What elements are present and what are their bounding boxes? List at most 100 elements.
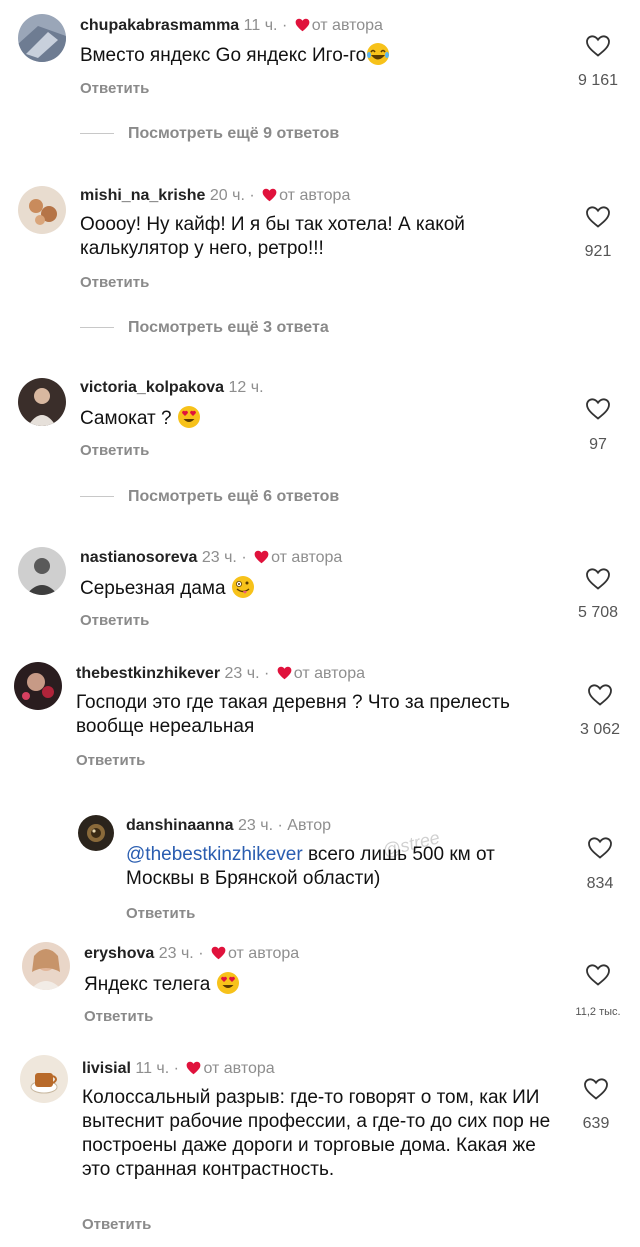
like-button[interactable] (568, 34, 628, 58)
author-badge: от автора (311, 17, 383, 34)
like-count: 639 (582, 1115, 610, 1132)
like-button[interactable] (568, 205, 628, 229)
comment-header: nastianosoreva 23 ч. · от автора (80, 548, 342, 568)
timestamp: 23 ч. (238, 817, 274, 834)
author-badge: от автора (203, 1060, 275, 1077)
username[interactable]: livisial (82, 1060, 131, 1077)
like-count: 5 708 (577, 604, 619, 621)
timestamp: 12 ч. (228, 379, 264, 396)
zany-face-emoji-icon (231, 576, 254, 598)
reply-button[interactable]: Ответить (80, 441, 149, 461)
timestamp: 11 ч. (135, 1060, 170, 1077)
divider-line (80, 327, 114, 329)
like-button[interactable] (570, 683, 630, 707)
like-count: 97 (589, 436, 607, 453)
separator: · (249, 187, 255, 204)
view-more-replies[interactable]: Посмотреть ещё 3 ответа (80, 318, 329, 338)
divider-line (80, 496, 114, 498)
separator: · (173, 1060, 179, 1077)
heart-outline-icon (586, 35, 610, 57)
like-count: 11,2 тыс. (575, 1006, 621, 1018)
author-badge: от автора (279, 187, 351, 204)
comment-text: Колоссальный разрыв: где-то говорят о то… (82, 1087, 551, 1180)
comment-header: danshinaanna 23 ч. · Автор (126, 816, 331, 836)
like-button[interactable] (568, 567, 628, 591)
comment-header: thebestkinzhikever 23 ч. · от автора (76, 664, 365, 684)
like-button[interactable] (568, 397, 628, 421)
reply-button[interactable]: Ответить (84, 1007, 153, 1027)
comment-header: livisial 11 ч. · от автора (82, 1059, 275, 1079)
like-count: 9 161 (577, 72, 619, 89)
heart-outline-icon (584, 1078, 608, 1100)
avatar[interactable] (14, 662, 62, 710)
author-badge: от автора (293, 665, 365, 682)
comment-header: chupakabrasmamma 11 ч. · от автора (80, 16, 383, 36)
timestamp: 11 ч. (243, 17, 278, 34)
author-liked-heart-icon (277, 666, 292, 680)
comment-text: @thebestkinzhikever всего лишь 500 км от… (126, 844, 495, 889)
author-liked-heart-icon (211, 946, 226, 960)
comment-text: Господи это где такая деревня ? Что за п… (76, 692, 510, 737)
view-more-replies[interactable]: Посмотреть ещё 9 ответов (80, 124, 339, 144)
heart-eyes-emoji-icon (216, 972, 239, 994)
author-liked-heart-icon (187, 1061, 201, 1075)
timestamp: 23 ч. (224, 665, 260, 682)
avatar[interactable] (78, 815, 114, 851)
separator: · (277, 817, 283, 834)
heart-outline-icon (586, 206, 610, 228)
like-button[interactable] (570, 836, 630, 860)
heart-outline-icon (586, 568, 610, 590)
heart-outline-icon (586, 398, 610, 420)
mention-link[interactable]: @thebestkinzhikever (126, 844, 303, 865)
heart-outline-icon (588, 837, 612, 859)
author-liked-heart-icon (295, 18, 310, 32)
username[interactable]: thebestkinzhikever (76, 665, 220, 682)
avatar[interactable] (18, 378, 66, 426)
like-count: 834 (586, 875, 614, 892)
comment-text: Ооооу! Ну кайф! И я бы так хотела! А как… (80, 214, 465, 259)
reply-button[interactable]: Ответить (82, 1215, 151, 1235)
author-liked-heart-icon (262, 188, 277, 202)
reply-button[interactable]: Ответить (76, 751, 145, 771)
username[interactable]: danshinaanna (126, 817, 234, 834)
like-count: 921 (584, 243, 612, 260)
avatar[interactable] (22, 942, 70, 990)
reply-button[interactable]: Ответить (126, 904, 195, 924)
author-badge: от автора (271, 549, 343, 566)
reply-button[interactable]: Ответить (80, 273, 149, 293)
username[interactable]: mishi_na_krishe (80, 187, 205, 204)
username[interactable]: eryshova (84, 945, 154, 962)
separator: · (264, 665, 270, 682)
view-more-replies[interactable]: Посмотреть ещё 6 ответов (80, 487, 339, 507)
comment-text: Самокат ? (80, 405, 560, 431)
avatar[interactable] (18, 14, 66, 62)
username[interactable]: nastianosoreva (80, 549, 197, 566)
like-button[interactable] (568, 963, 628, 987)
comment-header: victoria_kolpakova 12 ч. (80, 378, 264, 398)
separator: · (241, 549, 247, 566)
comment-text: Серьезная дама (80, 575, 560, 601)
username[interactable]: victoria_kolpakova (80, 379, 224, 396)
like-button[interactable] (566, 1077, 626, 1101)
avatar[interactable] (18, 186, 66, 234)
laughing-emoji-icon (367, 43, 390, 65)
reply-button[interactable]: Ответить (80, 611, 149, 631)
heart-outline-icon (588, 684, 612, 706)
author-liked-heart-icon (254, 550, 269, 564)
heart-eyes-emoji-icon (177, 406, 200, 428)
timestamp: 20 ч. (209, 187, 245, 204)
timestamp: 23 ч. (201, 549, 237, 566)
username[interactable]: chupakabrasmamma (80, 17, 239, 34)
like-count: 3 062 (579, 721, 621, 738)
comment-text: Яндекс телега (84, 971, 564, 997)
comment-header: mishi_na_krishe 20 ч. · от автора (80, 186, 350, 206)
avatar[interactable] (18, 547, 66, 595)
reply-button[interactable]: Ответить (80, 79, 149, 99)
heart-outline-icon (586, 964, 610, 986)
comment-text: Вместо яндекс Go яндекс Иго-го (80, 42, 560, 68)
divider-line (80, 133, 114, 135)
separator: · (198, 945, 204, 962)
avatar[interactable] (20, 1055, 68, 1103)
separator: · (281, 17, 288, 34)
comment-header: eryshova 23 ч. · от автора (84, 944, 299, 964)
